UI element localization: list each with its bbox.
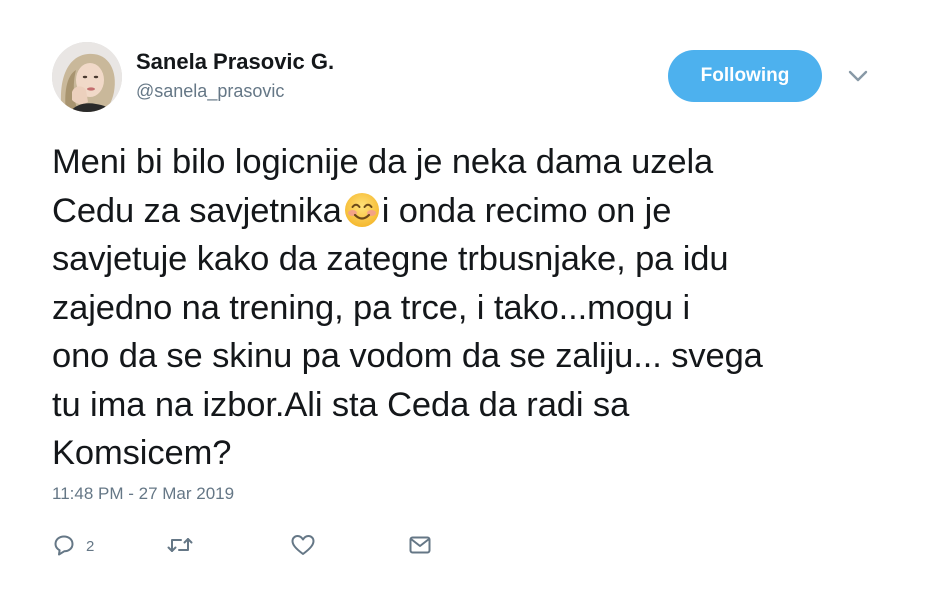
tweet-text-line: savjetuje kako da zategne trbusnjake, pa… [52,235,882,284]
tweet-text-line: Meni bi bilo logicnije da je neka dama u… [52,138,882,187]
tweet-text-segment: savjetuje kako da zategne trbusnjake, pa… [52,240,729,278]
tweet-text-line: Cedu za savjetnika i onda recimo on je [52,187,882,236]
author-handle[interactable]: @sanela_prasovic [136,81,284,102]
tweet-text-segment: ono da se skinu pa vodom da se zaliju...… [52,337,763,375]
like-button[interactable] [290,530,326,560]
tweet-text: Meni bi bilo logicnije da je neka dama u… [52,138,882,478]
author-display-name[interactable]: Sanela Prasovic G. [136,49,334,75]
retweet-icon [166,533,194,557]
tweet-text-segment: tu ima na izbor.Ali sta Ceda da radi sa [52,385,630,424]
avatar[interactable] [52,42,122,112]
direct-message-button[interactable] [408,530,432,560]
following-button[interactable]: Following [668,50,822,102]
tweet-text-segment: Komsicem? [52,434,232,472]
reply-count: 2 [86,538,95,555]
tweet-text-segment: Cedu za savjetnika [52,191,342,230]
reply-icon [52,533,76,557]
tweet-text-line: Komsicem? [52,429,882,478]
tweet-timestamp[interactable]: 11:48 PM - 27 Mar 2019 [52,484,234,504]
tweet-text-segment: Meni bi bilo logicnije da je neka dama u… [52,143,714,181]
tweet-text-segment: zajedno na trening, pa trce, i tako...mo… [52,288,691,327]
retweet-button[interactable] [166,530,204,560]
tweet-text-line: ono da se skinu pa vodom da se zaliju...… [52,332,882,381]
tweet-text-line: zajedno na trening, pa trce, i tako...mo… [52,284,882,333]
direct-message-icon [408,533,432,557]
tweet-card: Sanela Prasovic G. @sanela_prasovic Foll… [0,0,928,600]
avatar-photo [52,42,122,112]
emoji-smile-icon [343,191,381,229]
reply-button[interactable]: 2 [52,530,94,560]
chevron-down-icon[interactable] [846,66,870,86]
like-icon [290,533,316,557]
tweet-text-segment: i onda recimo on je [381,191,672,230]
tweet-text-line: tu ima na izbor.Ali sta Ceda da radi sa [52,381,882,430]
